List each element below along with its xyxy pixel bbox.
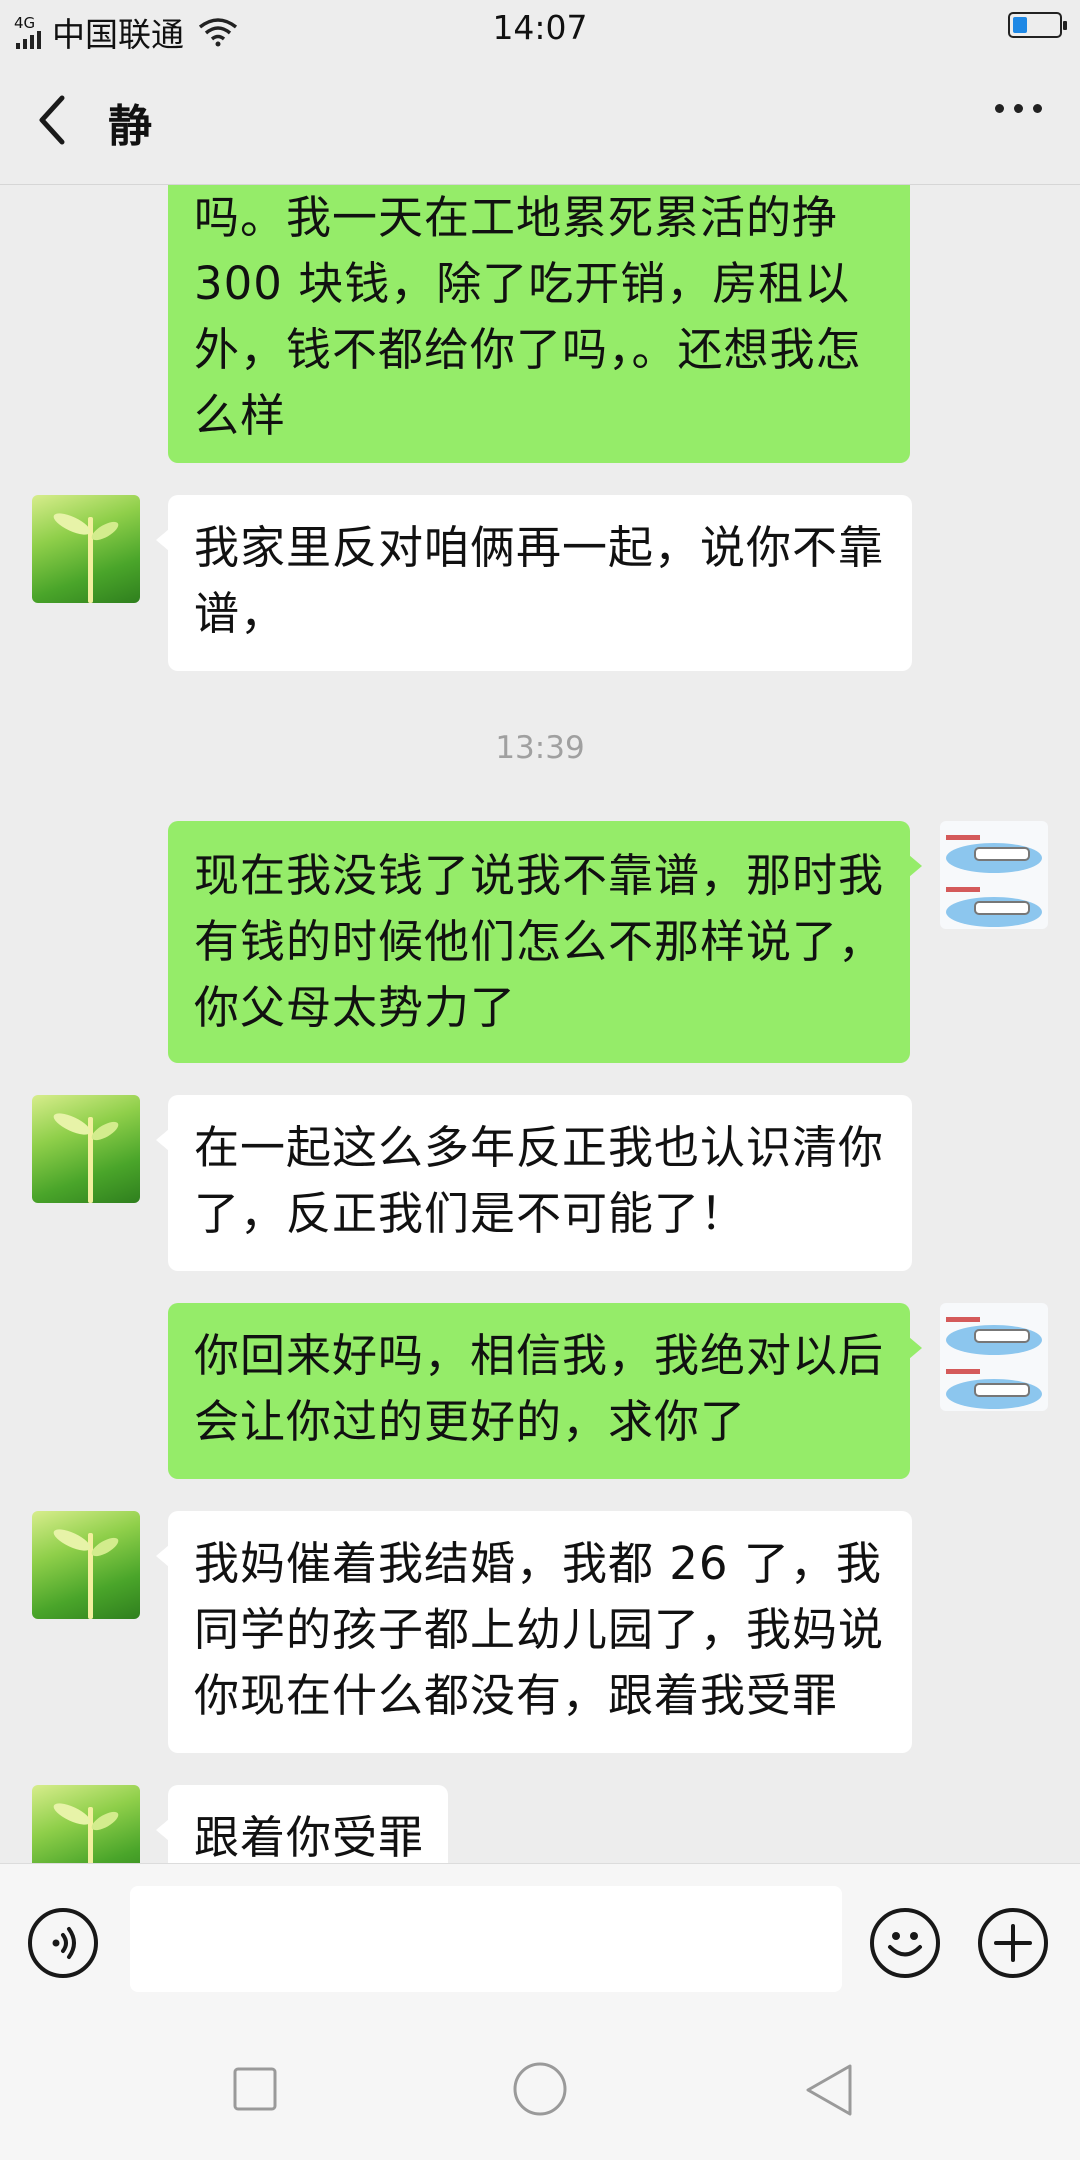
message-text: 你回来好吗，相信我，我绝对以后会让你过的更好的，求你了 (194, 1329, 885, 1448)
outgoing-message[interactable]: 现在我没钱了说我不靠谱，那时我有钱的时候他们怎么不那样说了，你父母太势力了 (168, 821, 922, 1063)
message-text: 现在我没钱了说我不靠谱，那时我有钱的时候他们怎么不那样说了，你父母太势力了 (194, 849, 885, 1034)
outgoing-message[interactable]: 你回来好吗，相信我，我绝对以后会让你过的更好的，求你了 (168, 1303, 922, 1479)
battery-icon (1008, 12, 1067, 38)
chevron-left-icon (39, 95, 65, 145)
emoji-icon (888, 1932, 922, 1957)
message-text: 跟着你受罪 (194, 1811, 425, 1863)
more-dots-icon (995, 104, 1004, 113)
message-text: 在一起这么多年反正我也认识清你了，反正我们是不可能了！ (194, 1121, 885, 1240)
more-button[interactable] (995, 104, 1042, 113)
status-bar: 4G 中国联通 14:07 (0, 0, 1080, 56)
incoming-message[interactable]: 我家里反对咱俩再一起，说你不靠谱， (156, 495, 912, 671)
contact-name: 静 (108, 101, 152, 152)
outgoing-message[interactable]: 买个教训了，。我这一年有赌过吗。我一天在工地累死累活的挣 300 块钱，除了吃开… (168, 185, 910, 463)
incoming-message[interactable]: 在一起这么多年反正我也认识清你了，反正我们是不可能了！ (156, 1095, 912, 1271)
my-avatar[interactable] (940, 821, 1048, 929)
more-functions-button[interactable] (978, 1908, 1048, 1978)
contact-avatar[interactable] (32, 495, 140, 603)
my-avatar[interactable] (940, 1303, 1048, 1411)
chat-header: 静 (0, 56, 1080, 185)
message-list[interactable]: 买个教训了，。我这一年有赌过吗。我一天在工地累死累活的挣 300 块钱，除了吃开… (0, 185, 1080, 1863)
message-input[interactable] (130, 1886, 842, 1992)
plus-icon (994, 1924, 1032, 1962)
incoming-message[interactable]: 我妈催着我结婚，我都 26 了，我同学的孩子都上幼儿园了，我妈说你现在什么都没有… (156, 1511, 912, 1753)
circle-icon[interactable] (510, 2059, 570, 2119)
clock: 14:07 (492, 8, 588, 47)
contact-avatar[interactable] (32, 1511, 140, 1619)
contact-avatar[interactable] (32, 1095, 140, 1203)
square-icon[interactable] (230, 2064, 280, 2114)
emoji-button[interactable] (870, 1908, 940, 1978)
contact-avatar[interactable] (32, 1785, 140, 1863)
message-timestamp: 13:39 (495, 730, 585, 766)
incoming-message[interactable]: 跟着你受罪 (156, 1785, 448, 1863)
system-navigation-bar (0, 2022, 1080, 2160)
voice-button[interactable] (28, 1908, 98, 1978)
message-text: 买个教训了，。我这一年有赌过吗。我一天在工地累死累活的挣 300 块钱，除了吃开… (194, 191, 862, 442)
input-bar (0, 1863, 1080, 2022)
voice-icon (52, 1927, 76, 1959)
back-button[interactable] (28, 86, 88, 154)
message-text: 我妈催着我结婚，我都 26 了，我同学的孩子都上幼儿园了，我妈说你现在什么都没有… (194, 1537, 885, 1722)
message-text: 我家里反对咱俩再一起，说你不靠谱， (194, 521, 885, 640)
triangle-icon[interactable] (802, 2062, 856, 2118)
